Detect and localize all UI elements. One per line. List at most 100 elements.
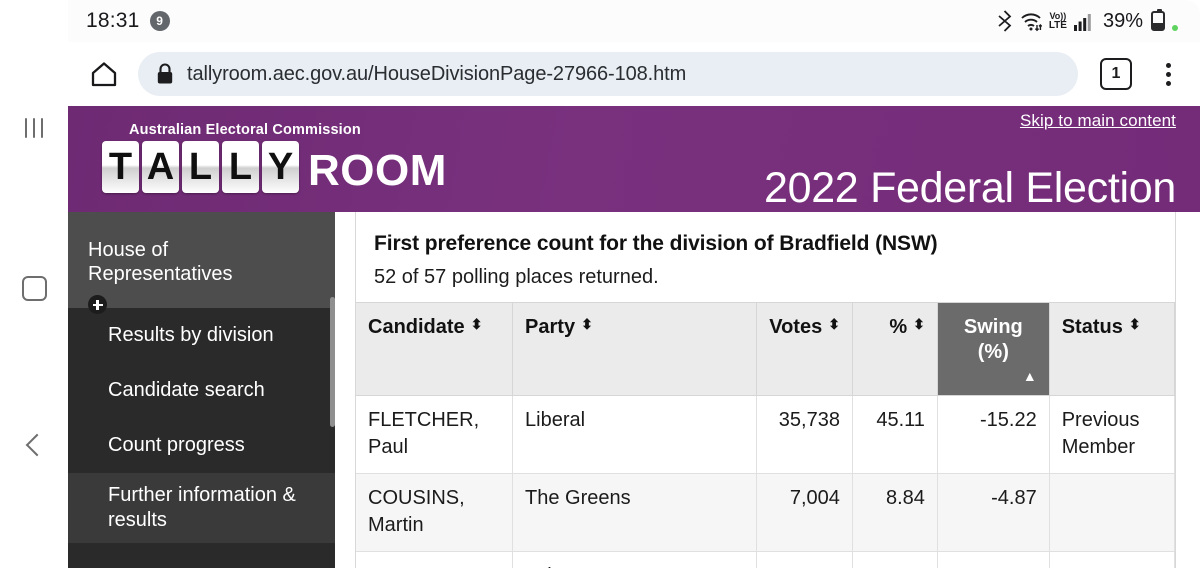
back-chevron-glyph (25, 433, 48, 457)
logo-room-word: ROOM (308, 145, 447, 195)
status-cell (1049, 473, 1176, 553)
column-header-[interactable]: % ⬍ (852, 302, 938, 397)
home-icon[interactable] (0, 268, 68, 308)
page-body: House of Representatives Results by divi… (68, 212, 1200, 568)
table-row: BRIGDEN,Labor13,45016.98-4.20 (356, 551, 1176, 568)
recents-icon[interactable] (0, 108, 68, 148)
results-panel: First preference count for the division … (355, 212, 1176, 568)
wifi-icon (1021, 13, 1042, 32)
site-masthead: Skip to main content Australian Electora… (68, 106, 1200, 212)
battery-icon (1151, 9, 1165, 31)
table-header: Candidate ⬍ Party ⬍ Votes ⬍% ⬍ Swing (%) ▲ Status… (356, 302, 1176, 397)
logo-tile-1: T (102, 141, 139, 193)
party-cell: Labor (512, 551, 757, 568)
sidebar-header-label: House of Representatives (88, 239, 233, 285)
status-cell (1049, 551, 1176, 568)
logo-tile-5: Y (262, 141, 299, 193)
column-header-party[interactable]: Party ⬍ (512, 302, 757, 397)
tab-counter-button[interactable]: 1 (1100, 58, 1132, 90)
notification-count-badge: 9 (149, 11, 170, 31)
main-content: First preference count for the division … (335, 212, 1200, 568)
column-header-label: Status (1061, 316, 1123, 339)
page-title: 2022 Federal Election (763, 163, 1176, 212)
candidate-cell: FLETCHER, Paul (356, 395, 514, 475)
candidate-cell: COUSINS, Martin (356, 473, 514, 553)
plus-expand-icon[interactable] (88, 295, 107, 314)
column-header-inner: Swing (%) ▲ (950, 315, 1037, 383)
column-header-label: % (889, 316, 908, 339)
home-icon[interactable] (82, 52, 126, 96)
url-text: tallyroom.aec.gov.au/HouseDivisionPage-2… (187, 62, 687, 85)
aec-tallyroom-logo[interactable]: Australian Electoral Commission TALLY RO… (102, 122, 447, 193)
android-navigation-rail (0, 0, 68, 568)
sort-ascending-icon[interactable]: ▲ (1023, 369, 1037, 383)
volte-bottom-label: LTE (1048, 19, 1067, 31)
votes-cell: 7,004 (756, 473, 853, 553)
column-header-swing[interactable]: Swing (%) ▲ (937, 302, 1050, 397)
sort-toggle-icon[interactable]: ⬍ (581, 317, 593, 331)
url-bar[interactable]: tallyroom.aec.gov.au/HouseDivisionPage-2… (138, 52, 1078, 96)
sidebar-item-further-information-results[interactable]: Further information & results (68, 473, 335, 543)
battery-fill (1153, 22, 1163, 29)
column-header-candidate[interactable]: Candidate ⬍ (356, 302, 514, 397)
battery-percent-label: 39% (1102, 9, 1143, 32)
logo-subtitle: Australian Electoral Commission (129, 122, 361, 138)
tally-tiles: TALLY (102, 141, 299, 193)
column-header-inner: % ⬍ (865, 315, 925, 340)
overflow-menu-icon[interactable] (1150, 54, 1186, 94)
column-header-inner: Candidate ⬍ (368, 315, 500, 340)
sidebar-navigation: House of Representatives Results by divi… (68, 212, 335, 568)
sort-toggle-icon[interactable]: ⬍ (913, 317, 925, 331)
percent-cell: 45.11 (852, 395, 938, 475)
back-icon[interactable] (0, 425, 68, 465)
votes-cell: 13,450 (756, 551, 853, 568)
sidebar-item-candidate-search[interactable]: Candidate search (68, 363, 335, 418)
swing-cell: -4.87 (937, 473, 1050, 553)
swing-cell: -15.22 (937, 395, 1050, 475)
logo-tile-2: A (142, 141, 179, 193)
percent-cell: 16.98 (852, 551, 938, 568)
table-row: FLETCHER, Paul Liberal 35,738 45.11 -15.22 Pr… (356, 395, 1176, 475)
lock-icon (157, 63, 173, 84)
column-header-votes[interactable]: Votes ⬍ (756, 302, 853, 397)
screen: 18:31 9 Vo)) LTE 39% tallyroom.aec.gov.a… (0, 0, 1200, 568)
logo-wordmark: TALLY ROOM (102, 141, 447, 193)
menu-dot (1165, 71, 1171, 77)
swing-cell: -4.20 (937, 551, 1050, 568)
menu-dot (1165, 80, 1171, 86)
sort-toggle-icon[interactable]: ⬍ (471, 317, 483, 331)
column-header-label: Votes (769, 316, 823, 339)
recents-glyph (23, 118, 45, 138)
table-header-row: Candidate ⬍ Party ⬍ Votes ⬍% ⬍ Swing (%) ▲ Status… (356, 302, 1176, 397)
candidate-cell: BRIGDEN, (356, 551, 514, 568)
skip-to-main-content-link[interactable]: Skip to main content (1020, 111, 1176, 131)
table-row: COUSINS, Martin The Greens 7,004 8.84 -4.87 (356, 473, 1176, 553)
column-header-label: Party (525, 316, 576, 339)
browser-toolbar: tallyroom.aec.gov.au/HouseDivisionPage-2… (68, 42, 1200, 106)
percent-cell: 8.84 (852, 473, 938, 553)
status-bar-left: 18:31 9 (86, 9, 170, 33)
logo-tile-4: L (222, 141, 259, 193)
first-preference-results-table: Candidate ⬍ Party ⬍ Votes ⬍% ⬍ Swing (%) ▲ Status… (356, 302, 1176, 568)
home-glyph (91, 62, 117, 87)
sidebar-item-label: Candidate search (108, 379, 265, 401)
results-heading-block: First preference count for the division … (356, 212, 1175, 302)
sidebar-item-count-progress[interactable]: Count progress (68, 418, 335, 473)
sidebar-item-label: Count progress (108, 434, 245, 456)
cellular-signal-icon (1073, 14, 1091, 31)
sidebar-item-results-by-division[interactable]: Results by division (68, 308, 335, 363)
sidebar-item-list: Results by division Candidate search Count… (68, 308, 335, 543)
sidebar-item-house-of-representatives[interactable]: House of Representatives (68, 212, 335, 314)
results-title: First preference count for the division … (374, 232, 938, 255)
column-header-inner: Party ⬍ (525, 315, 744, 340)
charging-indicator-dot (1172, 24, 1178, 31)
party-cell: Liberal (512, 395, 757, 475)
volte-icon: Vo)) LTE (1048, 11, 1067, 31)
sort-toggle-icon[interactable]: ⬍ (1129, 317, 1141, 331)
status-clock: 18:31 (86, 9, 140, 32)
menu-dot (1165, 62, 1171, 68)
column-header-status[interactable]: Status ⬍ (1049, 302, 1176, 397)
web-page: Skip to main content Australian Electora… (68, 106, 1200, 568)
sort-toggle-icon[interactable]: ⬍ (828, 317, 840, 331)
column-header-label: Candidate (368, 316, 465, 339)
